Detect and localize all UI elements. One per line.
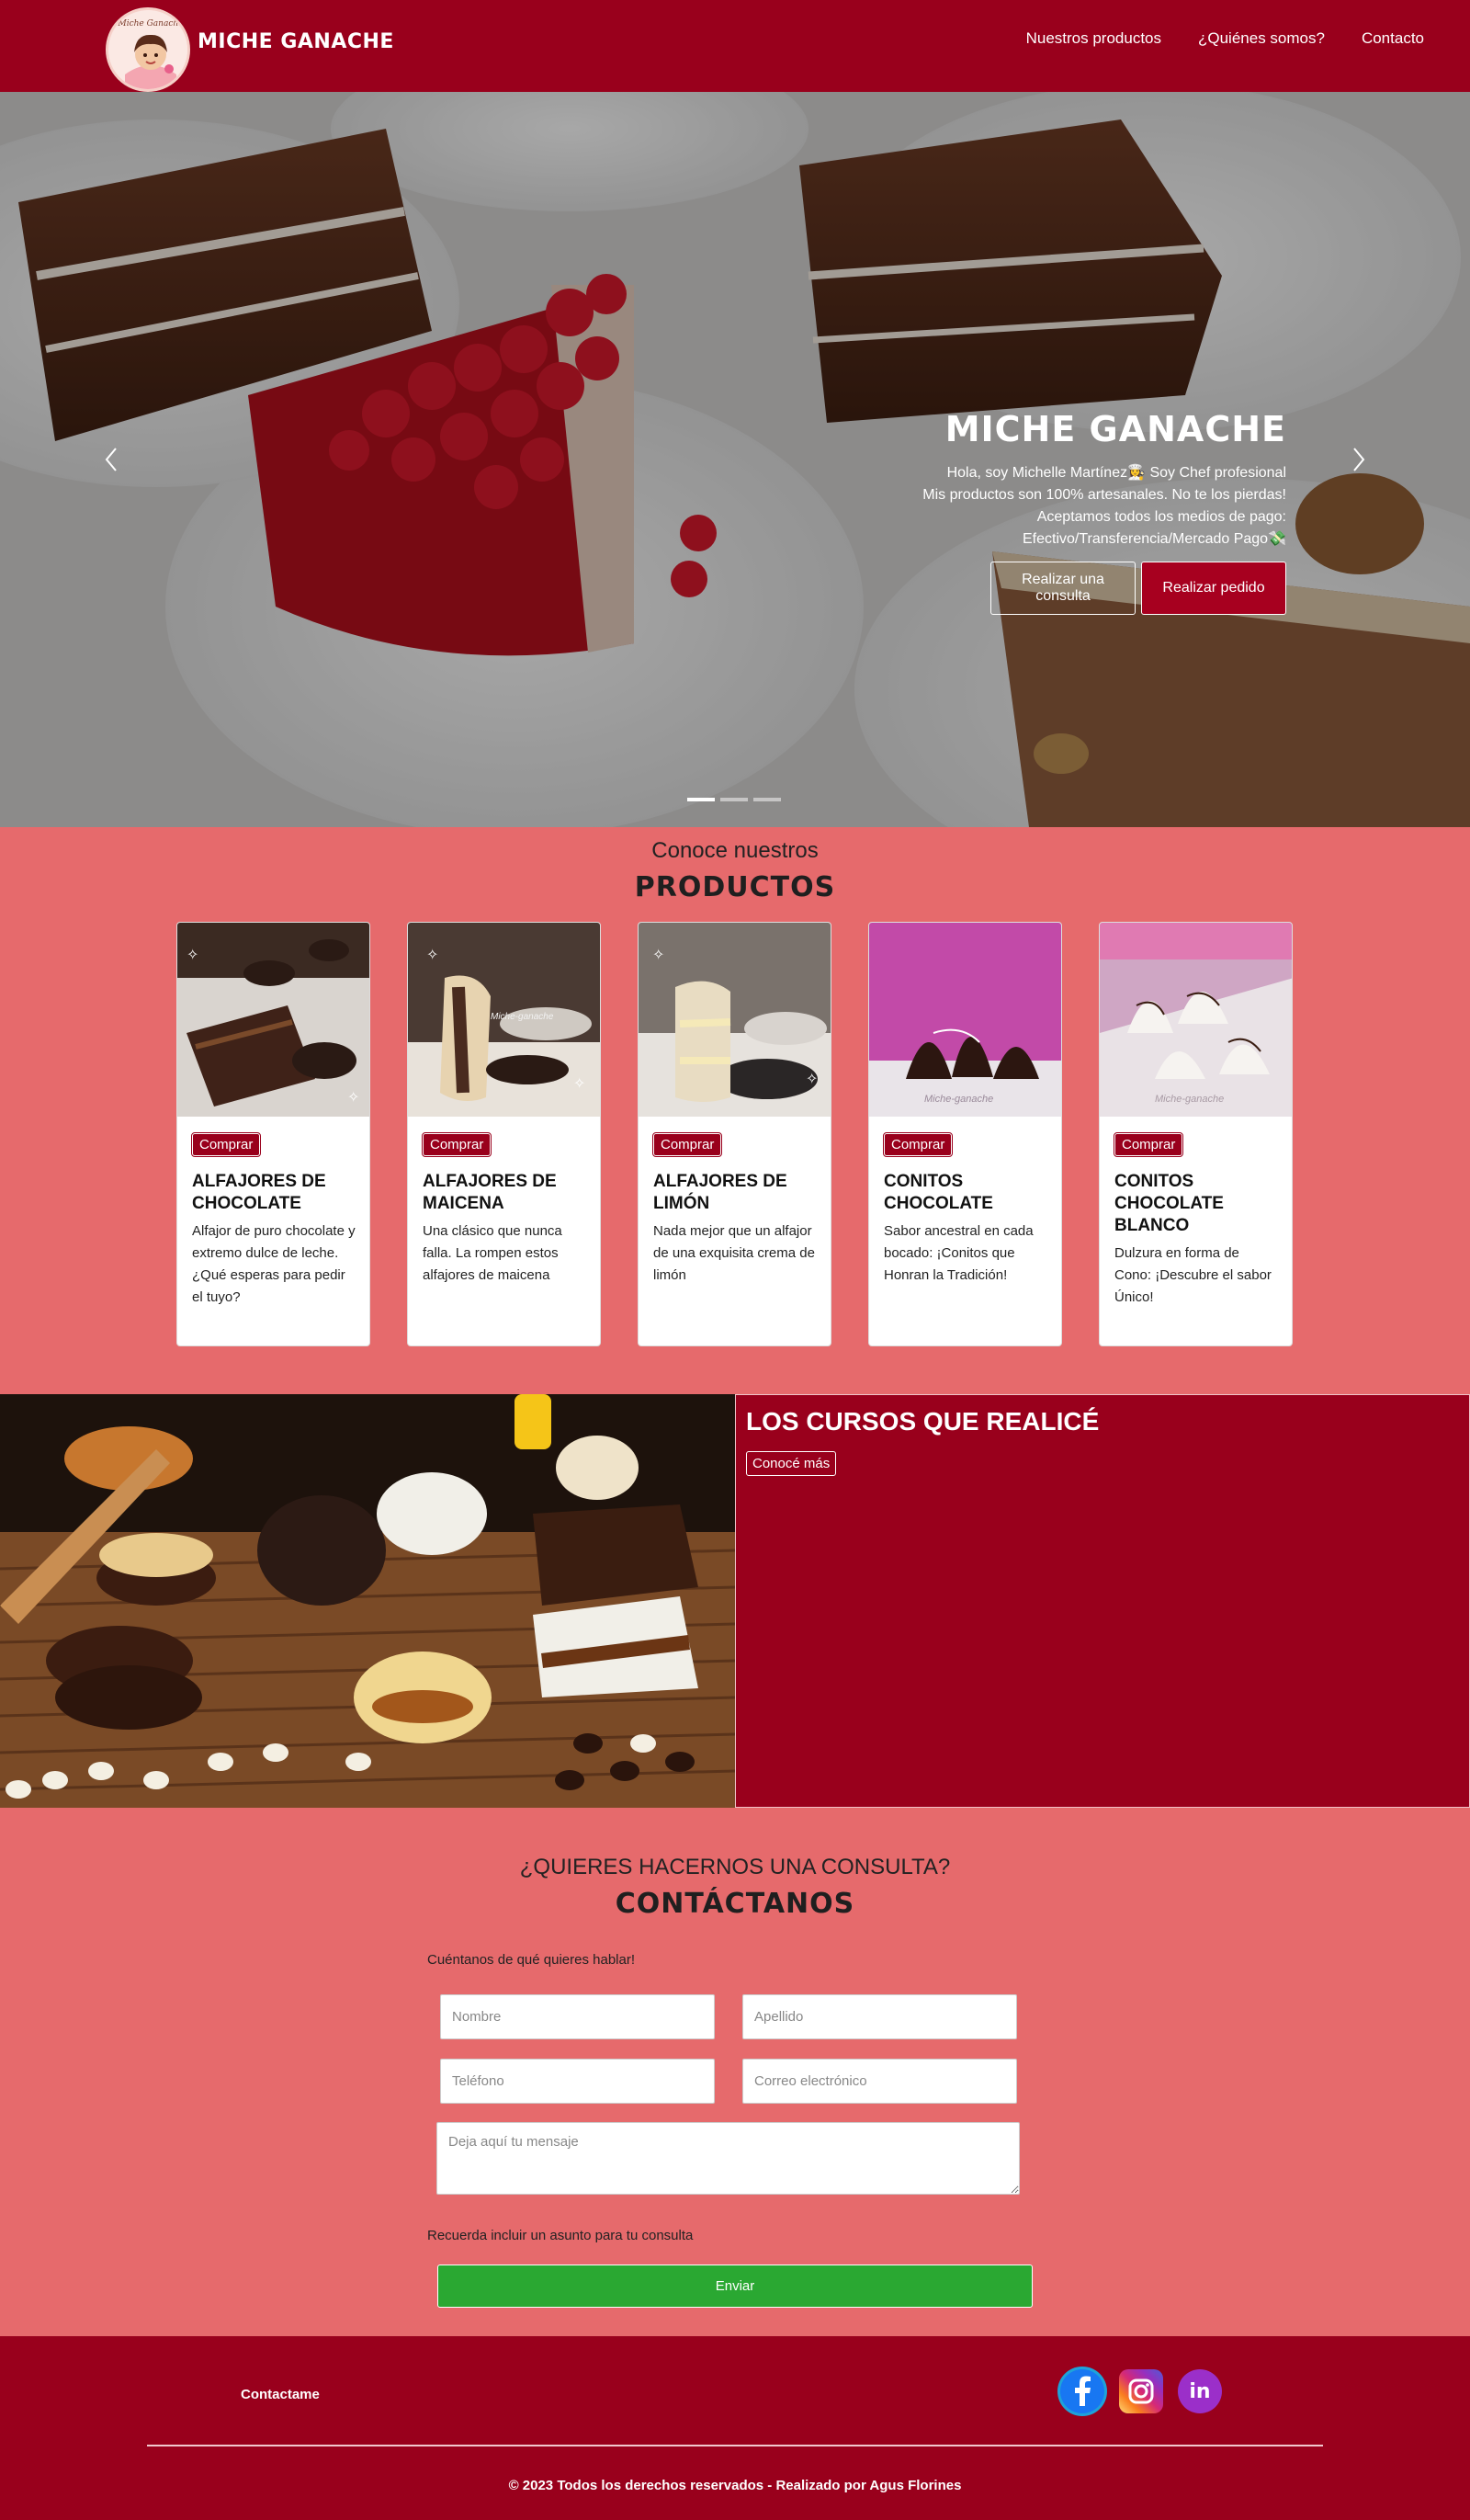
- svg-text:✧: ✧: [806, 1072, 818, 1087]
- product-title: CONITOS CHOCOLATE: [884, 1172, 993, 1213]
- svg-text:✧: ✧: [573, 1076, 585, 1092]
- product-image-alfajor-limon: ✧ ✧: [639, 923, 831, 1117]
- product-image-conitos-chocolate: Miche-ganache: [869, 923, 1061, 1117]
- facebook-icon[interactable]: [1060, 2369, 1104, 2413]
- product-title: ALFAJORES DE LIMÓN: [653, 1172, 787, 1213]
- logo[interactable]: Miche Ganache: [106, 7, 190, 92]
- product-description: Sabor ancestral en cada bocado: ¡Conitos…: [884, 1223, 1034, 1283]
- carousel-indicator[interactable]: [687, 798, 715, 801]
- navbar: Miche Ganache MICHE GANACHE Nuestros pro…: [0, 0, 1470, 92]
- buy-button[interactable]: Comprar: [421, 1132, 492, 1157]
- brand-name[interactable]: MICHE GANACHE: [198, 30, 394, 53]
- hero-text-line: Mis productos son 100% artesanales. No t…: [922, 487, 1286, 503]
- linkedin-icon[interactable]: in: [1178, 2369, 1222, 2413]
- product-title: ALFAJORES DE MAICENA: [423, 1172, 557, 1213]
- courses-section: LOS CURSOS QUE REALICÉ Conocé más: [0, 1394, 1470, 1808]
- svg-text:✧: ✧: [187, 948, 198, 963]
- product-card: ✧ ✧ Comprar ALFAJORES DE LIMÓN Nada mejo…: [638, 922, 831, 1346]
- hero-buttons: Realizar una consulta Realizar pedido: [772, 562, 1286, 615]
- apellido-field[interactable]: [742, 1994, 1017, 2039]
- nav-link-quienes-somos[interactable]: ¿Quiénes somos?: [1198, 29, 1325, 48]
- email-field[interactable]: [742, 2059, 1017, 2104]
- mensaje-field[interactable]: [436, 2122, 1020, 2195]
- watermark-text: Miche-ganache: [924, 1094, 993, 1105]
- conoce-mas-button[interactable]: Conocé más: [746, 1451, 837, 1476]
- contact-subtitle: ¿QUIERES HACERNOS UNA CONSULTA?: [519, 1855, 951, 1879]
- svg-text:✧: ✧: [652, 948, 664, 963]
- carousel-indicator[interactable]: [720, 798, 748, 801]
- product-card: ✧ ✧ Comprar ALFAJORES DE CHOCOLATE Alfaj…: [176, 922, 370, 1346]
- logo-script-text: Miche Ganache: [118, 19, 184, 28]
- products-title: PRODUCTOS: [634, 871, 836, 903]
- contact-intro: Cuéntanos de qué quieres hablar!: [427, 1952, 635, 1968]
- buy-button[interactable]: Comprar: [651, 1132, 723, 1157]
- products-section: Conoce nuestros PRODUCTOS ✧ ✧ Comprar AL…: [0, 827, 1470, 1394]
- instagram-icon[interactable]: [1119, 2369, 1163, 2413]
- product-description: Nada mejor que un alfajor de una exquisi…: [653, 1223, 815, 1283]
- product-cards: ✧ ✧ Comprar ALFAJORES DE CHOCOLATE Alfaj…: [176, 922, 1293, 1346]
- send-button[interactable]: Enviar: [437, 2265, 1033, 2308]
- product-description: Una clásico que nunca falla. La rompen e…: [423, 1223, 562, 1283]
- consulta-button[interactable]: Realizar una consulta: [990, 562, 1136, 615]
- courses-title: LOS CURSOS QUE REALICÉ: [746, 1407, 1100, 1436]
- nav-link-productos[interactable]: Nuestros productos: [1026, 29, 1161, 48]
- nav-links: Nuestros productos ¿Quiénes somos? Conta…: [1026, 29, 1424, 48]
- product-description: Dulzura en forma de Cono: ¡Descubre el s…: [1114, 1245, 1272, 1305]
- product-title: CONITOS CHOCOLATE BLANCO: [1114, 1172, 1224, 1235]
- watermark-text: Miche-ganache: [1155, 1094, 1224, 1105]
- telefono-field[interactable]: [440, 2059, 715, 2104]
- product-image-conitos-chocolate-blanco: Miche-ganache: [1100, 923, 1292, 1117]
- footer-contact-label: Contactame: [241, 2387, 320, 2402]
- hero-text-line: Hola, soy Michelle Martínez👩‍🍳 Soy Chef …: [946, 465, 1286, 481]
- carousel-next-arrow[interactable]: [1345, 441, 1373, 478]
- product-image-alfajor-maicena: ✧ ✧ Miche-ganache: [408, 923, 600, 1117]
- svg-text:✧: ✧: [347, 1090, 359, 1106]
- carousel-indicator[interactable]: [753, 798, 781, 801]
- footer-copyright: © 2023 Todos los derechos reservados - R…: [508, 2478, 962, 2493]
- product-description: Alfajor de puro chocolate y extremo dulc…: [192, 1223, 356, 1305]
- contact-section: ¿QUIERES HACERNOS UNA CONSULTA? CONTÁCTA…: [0, 1808, 1470, 2336]
- carousel-indicators: [687, 798, 781, 801]
- buy-button[interactable]: Comprar: [882, 1132, 954, 1157]
- product-image-alfajor-chocolate: ✧ ✧: [177, 923, 369, 1117]
- svg-text:✧: ✧: [426, 948, 438, 963]
- courses-alfajores-image: [0, 1394, 735, 1808]
- hero-text-line: Aceptamos todos los medios de pago:: [1036, 509, 1286, 525]
- linkedin-icon-text: in: [1189, 2379, 1211, 2403]
- hero-carousel: MICHE GANACHE Hola, soy Michelle Martíne…: [0, 92, 1470, 827]
- hero-caption: MICHE GANACHE Hola, soy Michelle Martíne…: [772, 409, 1286, 615]
- hero-title: MICHE GANACHE: [944, 409, 1286, 449]
- footer-divider: [147, 2445, 1323, 2446]
- nav-link-contacto[interactable]: Contacto: [1362, 29, 1424, 48]
- buy-button[interactable]: Comprar: [1113, 1132, 1184, 1157]
- contact-note: Recuerda incluir un asunto para tu consu…: [427, 2228, 694, 2243]
- buy-button[interactable]: Comprar: [190, 1132, 262, 1157]
- products-subtitle: Conoce nuestros: [651, 838, 819, 863]
- product-title: ALFAJORES DE CHOCOLATE: [192, 1172, 326, 1213]
- chevron-left-icon: [105, 448, 117, 471]
- chevron-right-icon: [1353, 448, 1365, 471]
- product-card: Miche-ganache Comprar CONITOS CHOCOLATE …: [868, 922, 1062, 1346]
- product-card: ✧ ✧ Miche-ganache Comprar ALFAJORES DE M…: [407, 922, 601, 1346]
- product-card: Miche-ganache Comprar CONITOS CHOCOLATE …: [1099, 922, 1293, 1346]
- courses-panel: LOS CURSOS QUE REALICÉ Conocé más: [735, 1394, 1470, 1808]
- pedido-button[interactable]: Realizar pedido: [1141, 562, 1286, 615]
- footer: Contactame in © 2023 Todos los derechos …: [0, 2336, 1470, 2520]
- hero-text-line: Efectivo/Transferencia/Mercado Pago💸: [1022, 531, 1286, 547]
- watermark-text: Miche-ganache: [491, 1012, 554, 1022]
- nombre-field[interactable]: [440, 1994, 715, 2039]
- contact-title: CONTÁCTANOS: [615, 1888, 855, 1920]
- carousel-prev-arrow[interactable]: [97, 441, 125, 478]
